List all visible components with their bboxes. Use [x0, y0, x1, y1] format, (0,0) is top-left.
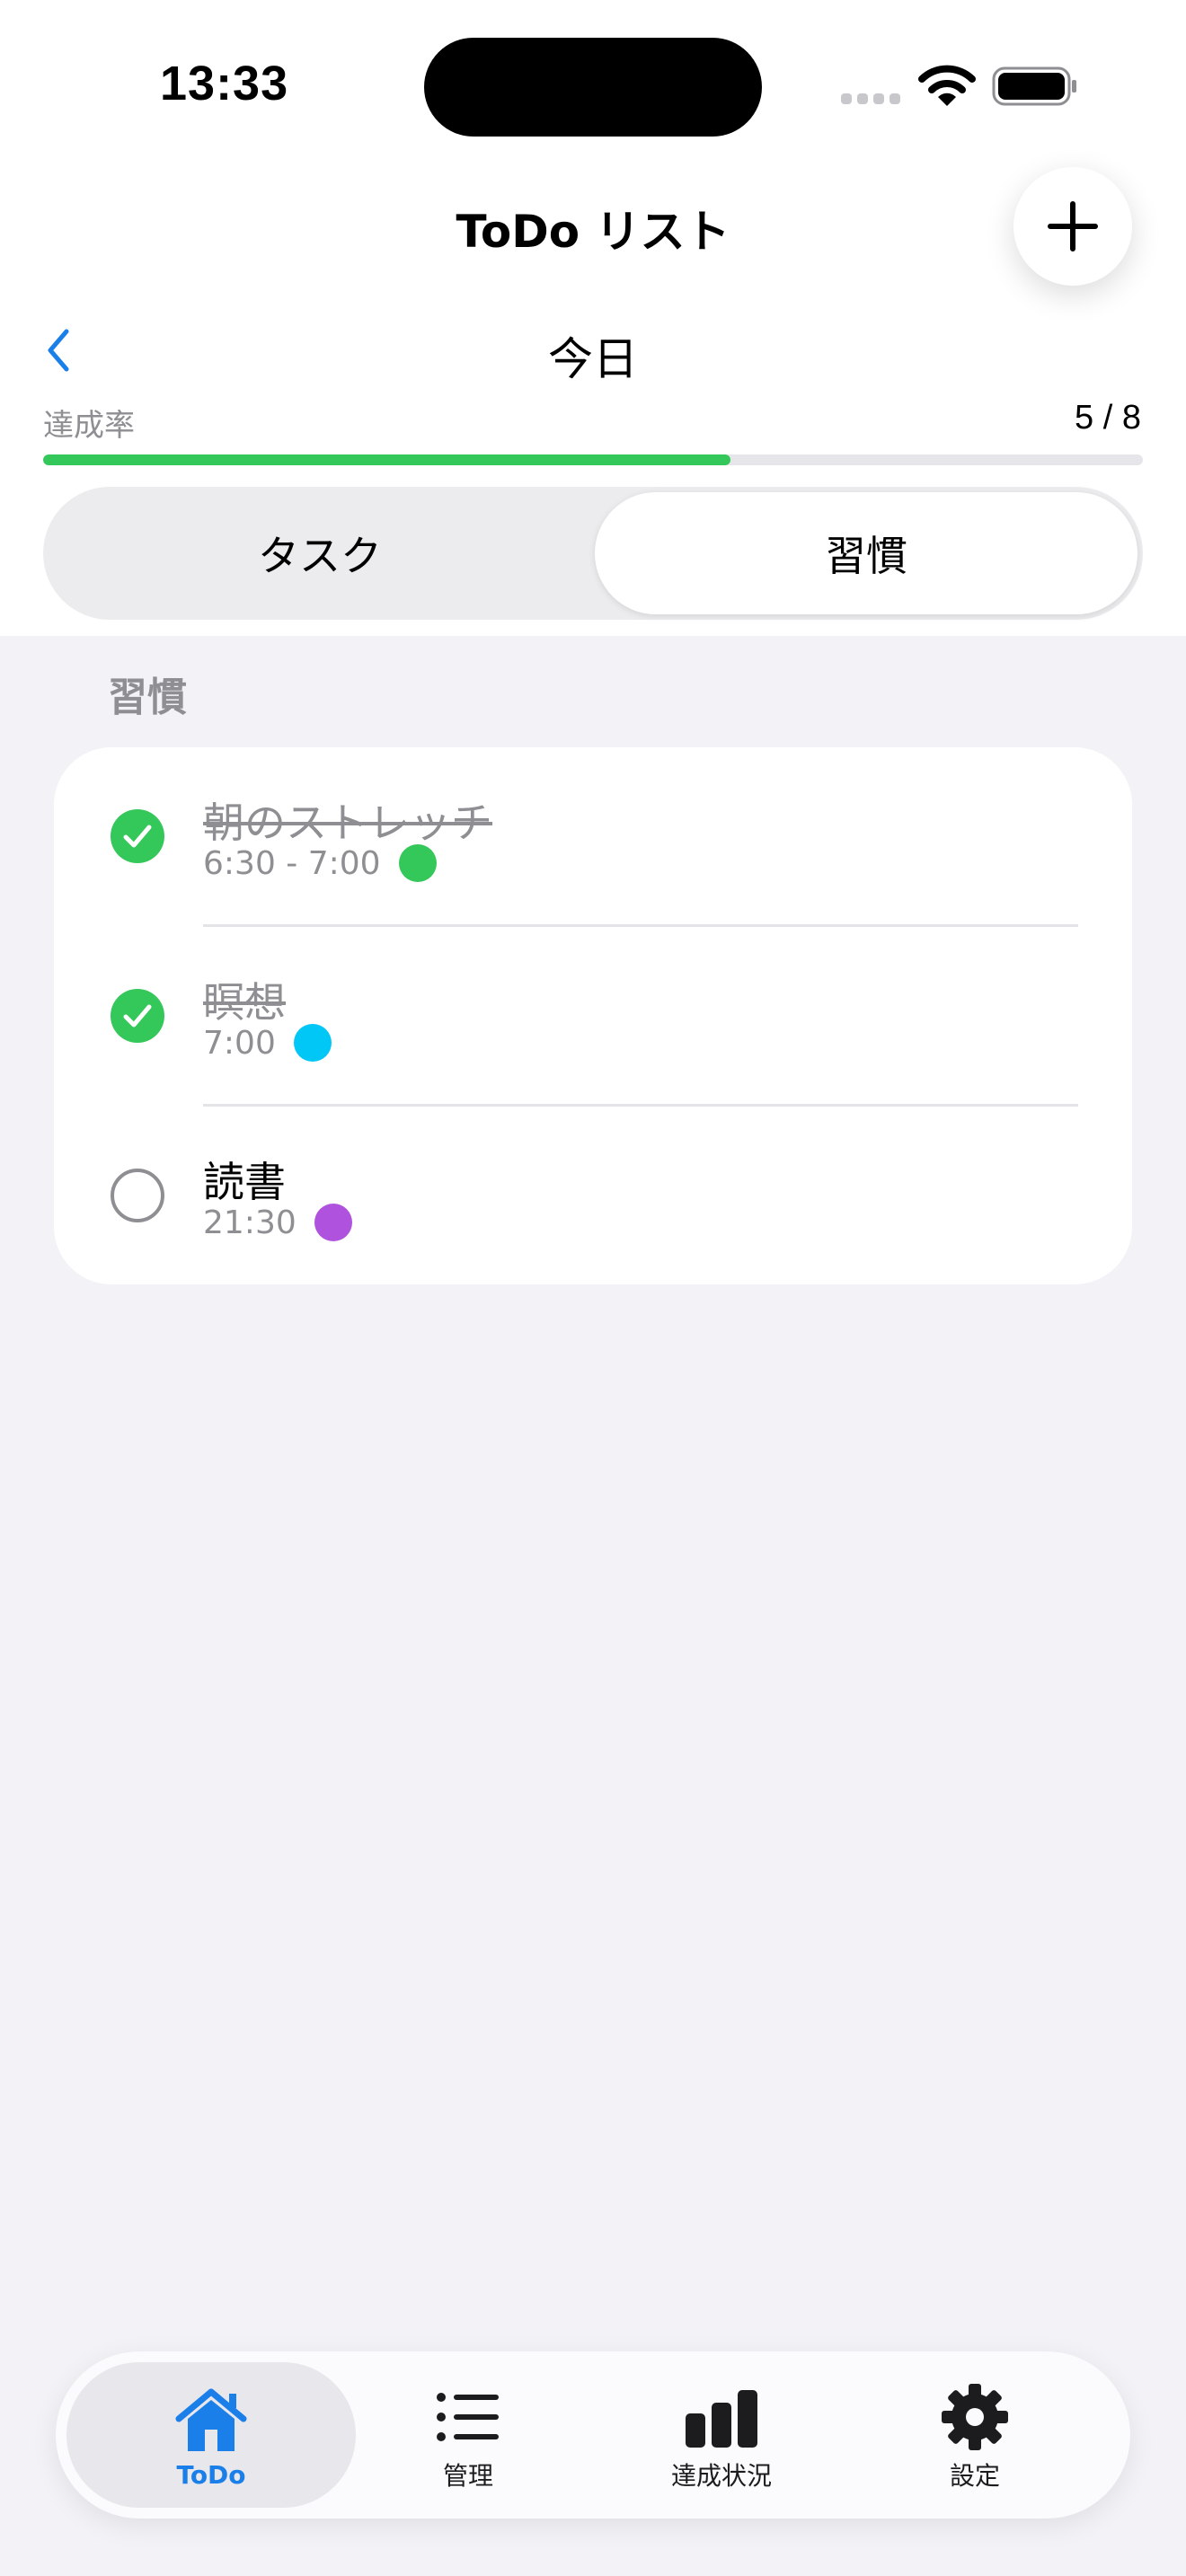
habit-color-dot: [398, 844, 437, 882]
dynamic-island: [424, 38, 762, 137]
habit-name: 瞑想: [203, 978, 286, 1027]
header: 13:33 ToDo リスト 今日 達成率 5 / 8 タスク 習慣: [0, 0, 1186, 636]
tab-label: 設定: [949, 2461, 1000, 2491]
checkmark-circle-icon[interactable]: [110, 988, 165, 1044]
tab-manage[interactable]: 管理: [323, 2362, 613, 2508]
habit-time: 6:30 - 7:00: [203, 844, 381, 882]
wifi-icon: [918, 65, 976, 106]
habit-row[interactable]: 朝のストレッチ 6:30 - 7:00: [54, 747, 1132, 927]
progress-label: 達成率: [43, 408, 135, 444]
segment-habits[interactable]: 習慣: [595, 492, 1137, 614]
segment-tasks[interactable]: タスク: [49, 492, 591, 614]
empty-circle-icon[interactable]: [110, 1168, 165, 1223]
tab-label: ToDo: [176, 2459, 246, 2490]
progress-value: 5 / 8: [1075, 399, 1141, 437]
section-header: 習慣: [108, 675, 187, 720]
progress-fill: [43, 454, 730, 465]
habit-name: 朝のストレッチ: [203, 798, 492, 847]
habit-time: 21:30: [203, 1204, 296, 1241]
add-button[interactable]: [1013, 167, 1132, 286]
page-title: ToDo リスト: [456, 206, 730, 258]
habit-row[interactable]: 瞑想 7:00: [54, 927, 1132, 1107]
date-title: 今日: [548, 333, 638, 385]
tab-progress[interactable]: 達成状況: [577, 2362, 866, 2508]
battery-icon: [992, 66, 1076, 106]
bar-chart-icon: [686, 2390, 757, 2448]
tab-label: 達成状況: [670, 2461, 772, 2491]
tab-bar: ToDo 管理 達成状況 設定: [56, 2351, 1130, 2519]
segmented-control: タスク 習慣: [43, 487, 1143, 620]
habit-time: 7:00: [203, 1024, 276, 1062]
progress-bar: [43, 454, 1143, 465]
app-screen: 13:33 ToDo リスト 今日 達成率 5 / 8 タスク 習慣 習慣 朝の…: [0, 0, 1186, 2576]
tab-label: 管理: [442, 2461, 493, 2491]
habit-list: 朝のストレッチ 6:30 - 7:00 瞑想 7:00 読書 21:30: [54, 747, 1132, 1284]
house-icon: [175, 2388, 247, 2451]
list-icon: [437, 2393, 499, 2441]
habit-color-dot: [314, 1204, 352, 1241]
tab-settings[interactable]: 設定: [830, 2362, 1120, 2508]
gear-icon: [942, 2384, 1008, 2450]
habit-row[interactable]: 読書 21:30: [54, 1107, 1132, 1286]
cellular-signal-icon: [841, 93, 900, 104]
habit-color-dot: [293, 1024, 332, 1062]
status-time: 13:33: [160, 57, 289, 110]
habit-name: 読書: [203, 1158, 286, 1206]
plus-icon: [1048, 201, 1098, 251]
checkmark-circle-icon[interactable]: [110, 808, 165, 864]
tab-todo[interactable]: ToDo: [66, 2362, 356, 2508]
